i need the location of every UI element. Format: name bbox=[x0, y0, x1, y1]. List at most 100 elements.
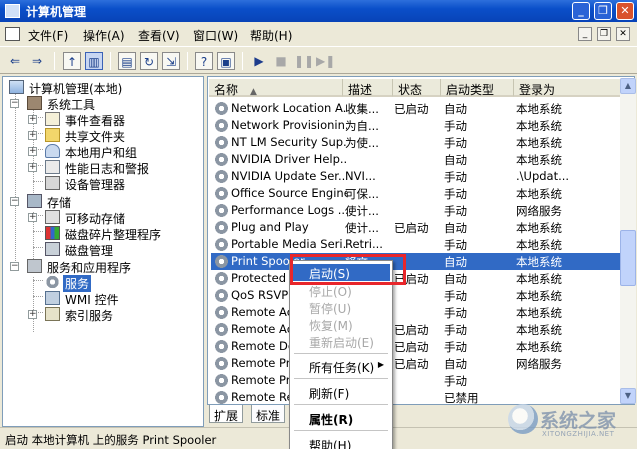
table-row[interactable]: Network Location A... 收集... 已启动 自动 本地系统 bbox=[211, 100, 625, 117]
expand-icon[interactable]: + bbox=[28, 147, 37, 156]
column-header-log-on-as[interactable]: 登录为 bbox=[514, 79, 622, 97]
tab-standard[interactable]: 标准 bbox=[251, 405, 286, 423]
refresh-icon[interactable]: ↻ bbox=[140, 52, 158, 70]
expand-icon[interactable]: + bbox=[28, 115, 37, 124]
service-gear-icon bbox=[214, 220, 229, 235]
tree-item-local-users[interactable]: + 本地用户和组 bbox=[28, 143, 195, 160]
column-header-status[interactable]: 状态 bbox=[393, 79, 441, 97]
table-row[interactable]: Remote Acc 手动 本地系统 bbox=[211, 304, 625, 321]
service-log-on-as: 本地系统 bbox=[516, 221, 562, 235]
menu-view[interactable]: 查看(V) bbox=[138, 27, 180, 44]
table-row[interactable]: QoS RSVP 手动 本地系统 bbox=[211, 287, 625, 304]
stop-icon: ■ bbox=[275, 54, 287, 68]
tree-item-disk-management[interactable]: 磁盘管理 bbox=[45, 241, 195, 258]
expand-icon[interactable]: + bbox=[28, 213, 37, 222]
scroll-up-icon[interactable]: ▲ bbox=[620, 78, 636, 94]
service-log-on-as: 网络服务 bbox=[516, 357, 562, 371]
show-panel-icon[interactable]: ▣ bbox=[217, 52, 235, 70]
menu-item-all-tasks[interactable]: 所有任务(K) ▶ bbox=[292, 358, 390, 375]
tree-item-device-manager[interactable]: 设备管理器 bbox=[45, 175, 195, 192]
minimize-button[interactable]: _ bbox=[572, 2, 590, 20]
menu-item-help[interactable]: 帮助(H) bbox=[292, 436, 390, 449]
service-startup-type: 自动 bbox=[444, 221, 467, 235]
service-description: Retri... bbox=[345, 237, 383, 251]
collapse-icon[interactable]: − bbox=[10, 197, 19, 206]
disk-management-icon bbox=[45, 242, 60, 256]
service-name: Network Location A... bbox=[231, 101, 347, 115]
vertical-scrollbar[interactable]: ▲ ▼ bbox=[620, 78, 636, 404]
service-startup-type: 手动 bbox=[444, 340, 467, 354]
table-row[interactable]: Plug and Play 使计... 已启动 自动 本地系统 bbox=[211, 219, 625, 236]
watermark: 系统之家 XITONGZHIJIA.NET bbox=[508, 402, 634, 442]
tree-item-system-tools[interactable]: − 系统工具 bbox=[10, 95, 197, 112]
toolbar-separator bbox=[242, 52, 243, 70]
tree-item-disk-defragmenter[interactable]: 磁盘碎片整理程序 bbox=[45, 225, 201, 242]
service-gear-icon bbox=[214, 186, 229, 201]
start-icon[interactable]: ▶ bbox=[250, 52, 268, 70]
tree-item-shared-folders[interactable]: + 共享文件夹 bbox=[28, 127, 195, 144]
table-row[interactable]: Remote Des 已启动 手动 本地系统 bbox=[211, 338, 625, 355]
title-bar[interactable]: 计算机管理 _ ❐ ✕ bbox=[0, 0, 637, 22]
table-row[interactable]: NVIDIA Driver Help... 自动 本地系统 bbox=[211, 151, 625, 168]
service-startup-type: 手动 bbox=[444, 323, 467, 337]
tree-item-performance-logs[interactable]: + 性能日志和警报 bbox=[28, 159, 195, 176]
column-header-description[interactable]: 描述 bbox=[343, 79, 393, 97]
tree-item-event-viewer[interactable]: + 事件查看器 bbox=[28, 111, 195, 128]
users-icon bbox=[45, 144, 60, 158]
table-row[interactable]: Remote Pro 已启动 自动 网络服务 bbox=[211, 355, 625, 372]
toolbar-separator bbox=[187, 52, 188, 70]
menu-action[interactable]: 操作(A) bbox=[83, 27, 125, 44]
tab-extended[interactable]: 扩展 bbox=[209, 405, 244, 423]
tree-item-wmi-control[interactable]: WMI 控件 bbox=[45, 290, 195, 307]
mdi-close-button[interactable]: ✕ bbox=[616, 27, 630, 41]
close-button[interactable]: ✕ bbox=[616, 2, 634, 20]
expand-icon[interactable]: + bbox=[28, 163, 37, 172]
expand-icon[interactable]: + bbox=[28, 310, 37, 319]
table-row[interactable]: Print Spooler将文...自动本地系统 bbox=[211, 253, 625, 270]
menu-item-properties[interactable]: 属性(R) bbox=[292, 410, 390, 427]
column-header-name[interactable]: 名称 ▲ bbox=[209, 79, 343, 97]
help-icon[interactable]: ? bbox=[195, 52, 213, 70]
table-row[interactable]: NT LM Security Sup... 为使... 手动 本地系统 bbox=[211, 134, 625, 151]
collapse-icon[interactable]: − bbox=[10, 262, 19, 271]
back-icon[interactable]: ⇐ bbox=[6, 52, 24, 70]
tree-item-services-and-applications[interactable]: − 服务和应用程序 bbox=[10, 258, 197, 275]
tree-item-storage[interactable]: − 存储 bbox=[10, 193, 197, 210]
service-description: 可保... bbox=[345, 187, 379, 201]
table-row[interactable]: Performance Logs ... 使计... 手动 网络服务 bbox=[211, 202, 625, 219]
table-row[interactable]: Network Provisionin... 为自... 手动 本地系统 bbox=[211, 117, 625, 134]
table-row[interactable]: Remote Pro 手动 bbox=[211, 372, 625, 389]
table-row[interactable]: Remote Acc 已启动 手动 本地系统 bbox=[211, 321, 625, 338]
show-tree-icon[interactable]: ▥ bbox=[85, 52, 103, 70]
menu-window[interactable]: 窗口(W) bbox=[193, 27, 238, 44]
tree-item-indexing-service[interactable]: + 索引服务 bbox=[28, 306, 195, 323]
tree-item-services[interactable]: 服务 bbox=[45, 274, 195, 292]
console-tree: 计算机管理(本地) − 系统工具 + 事件查看器 + 共享文件夹 + 本地用户和… bbox=[2, 76, 204, 427]
document-icon[interactable] bbox=[5, 27, 20, 41]
menu-file[interactable]: 文件(F) bbox=[28, 27, 68, 44]
column-header-startup-type[interactable]: 启动类型 bbox=[441, 79, 514, 97]
service-description: 收集... bbox=[345, 102, 379, 116]
tree-item-removable-storage[interactable]: + 可移动存储 bbox=[28, 209, 195, 226]
service-startup-type: 自动 bbox=[444, 272, 467, 286]
collapse-icon[interactable]: − bbox=[10, 99, 19, 108]
tree-root[interactable]: 计算机管理(本地) bbox=[9, 79, 199, 96]
export-icon[interactable]: ⇲ bbox=[162, 52, 180, 70]
menu-bar: 文件(F) 操作(A) 查看(V) 窗口(W) 帮助(H) _ ❐ ✕ bbox=[0, 22, 637, 46]
scrollbar-thumb[interactable] bbox=[620, 230, 636, 286]
table-row[interactable]: NVIDIA Update Ser... NVI... 手动 .\Updat... bbox=[211, 168, 625, 185]
mdi-minimize-button[interactable]: _ bbox=[578, 27, 592, 41]
forward-icon[interactable]: ⇒ bbox=[28, 52, 46, 70]
service-startup-type: 自动 bbox=[444, 255, 467, 269]
up-folder-icon[interactable]: ↑ bbox=[63, 52, 81, 70]
expand-icon[interactable]: + bbox=[28, 131, 37, 140]
table-row[interactable]: Office Source Engine 可保... 手动 本地系统 bbox=[211, 185, 625, 202]
restore-button[interactable]: ❐ bbox=[594, 2, 612, 20]
table-row[interactable]: Portable Media Seri... Retri... 手动 本地系统 bbox=[211, 236, 625, 253]
mdi-restore-button[interactable]: ❐ bbox=[597, 27, 611, 41]
service-status: 已启动 bbox=[394, 323, 429, 337]
properties-icon[interactable]: ▤ bbox=[118, 52, 136, 70]
table-row[interactable]: Protected St 已启动 自动 本地系统 bbox=[211, 270, 625, 287]
menu-item-refresh[interactable]: 刷新(F) bbox=[292, 384, 390, 401]
menu-help[interactable]: 帮助(H) bbox=[250, 27, 292, 44]
